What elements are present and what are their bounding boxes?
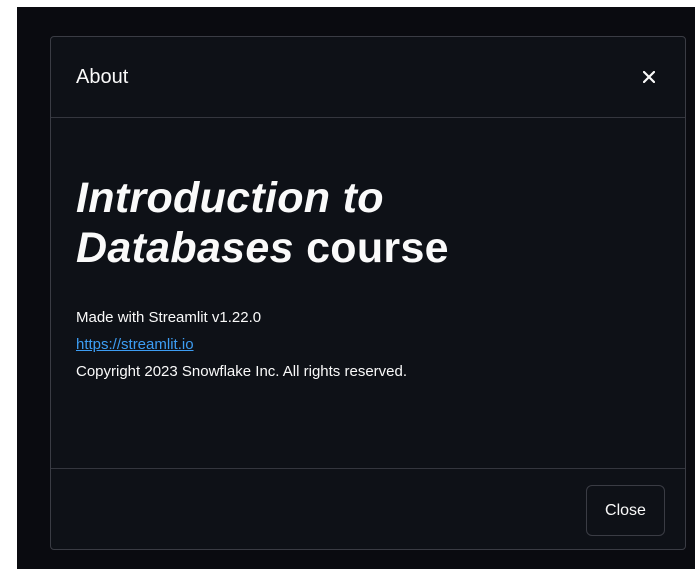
heading-rest: course <box>293 224 449 272</box>
close-icon[interactable] <box>637 65 661 89</box>
made-with-text: Made with Streamlit v1.22.0 <box>76 309 262 326</box>
dialog-title: About <box>76 66 129 88</box>
close-button[interactable]: Close <box>586 485 665 536</box>
copyright-text: Copyright 2023 Snowflake Inc. All rights… <box>76 363 408 380</box>
streamlit-link[interactable]: https://streamlit.io <box>76 336 194 353</box>
dialog-header: About <box>51 37 685 118</box>
about-dialog: About Introduction to Databases course M… <box>50 36 686 550</box>
dialog-footer: Close <box>51 468 685 549</box>
dialog-body: Introduction to Databases course Made wi… <box>76 173 660 385</box>
about-details: Made with Streamlit v1.22.0 https://stre… <box>76 304 660 385</box>
heading-italic-word: Databases <box>76 224 294 272</box>
about-heading: Introduction to Databases course <box>76 173 660 273</box>
heading-line-1: Introduction to <box>76 174 384 222</box>
